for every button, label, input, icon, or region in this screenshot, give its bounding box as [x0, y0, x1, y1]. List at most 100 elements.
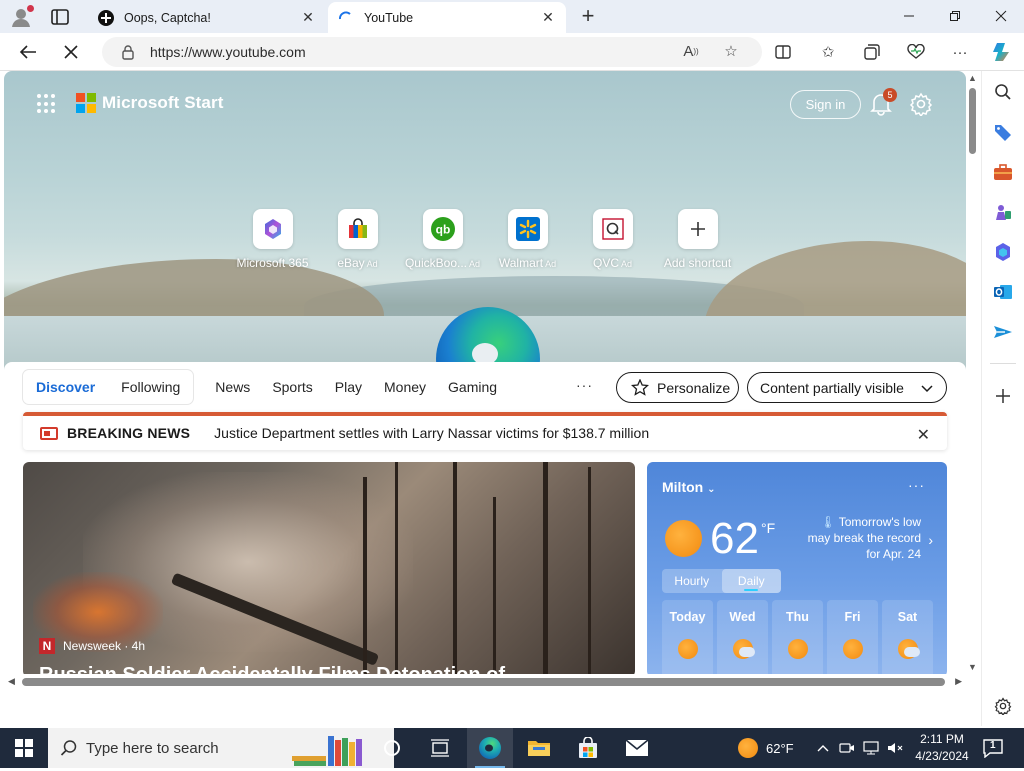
scroll-thumb[interactable]: [969, 88, 976, 154]
breaking-headline[interactable]: Justice Department settles with Larry Na…: [214, 425, 649, 441]
day-label: Thu: [786, 610, 809, 624]
content-visibility-label: Content partially visible: [760, 379, 904, 396]
taskbar-mail[interactable]: [614, 728, 660, 768]
personalize-button[interactable]: Personalize: [616, 372, 739, 403]
close-tab-icon[interactable]: ✕: [540, 9, 556, 26]
meet-now-icon[interactable]: [838, 739, 856, 757]
scroll-down-icon[interactable]: ▼: [968, 662, 977, 672]
taskbar-weather[interactable]: 62°F: [738, 728, 794, 768]
brand-title[interactable]: Microsoft Start: [102, 93, 223, 113]
top-story-card[interactable]: N Newsweek · 4h Russian Soldier Accident…: [23, 462, 635, 677]
add-shortcut-button[interactable]: Add shortcut: [655, 209, 740, 270]
favorites-icon[interactable]: ✩: [816, 41, 840, 63]
nav-money[interactable]: Money: [384, 379, 426, 395]
favorite-star-icon[interactable]: ☆: [720, 40, 742, 62]
story-source[interactable]: N Newsweek · 4h: [39, 638, 145, 654]
notifications-button[interactable]: 5: [870, 88, 897, 116]
close-window-button[interactable]: [978, 0, 1024, 32]
more-nav-button[interactable]: ···: [576, 377, 593, 393]
shortcut-quickbooks[interactable]: qb QuickBoo... Ad: [400, 209, 485, 270]
outlook-icon[interactable]: [992, 281, 1014, 303]
page-settings-button[interactable]: [909, 92, 933, 118]
forecast-day[interactable]: Today: [662, 600, 713, 677]
lock-icon[interactable]: [118, 44, 138, 60]
browser-essentials-icon[interactable]: [904, 41, 928, 63]
search-placeholder: Type here to search: [86, 739, 219, 757]
back-button[interactable]: [13, 38, 43, 66]
stop-loading-button[interactable]: [56, 38, 86, 66]
nav-news[interactable]: News: [215, 379, 250, 395]
shopping-tag-icon[interactable]: [992, 121, 1014, 143]
tab-following[interactable]: Following: [108, 370, 193, 404]
shortcut-microsoft-365[interactable]: Microsoft 365: [230, 209, 315, 270]
nav-play[interactable]: Play: [335, 379, 362, 395]
url-bar[interactable]: https://www.youtube.com: [102, 37, 762, 67]
tab-youtube[interactable]: YouTube ✕: [328, 2, 566, 33]
tools-briefcase-icon[interactable]: [992, 161, 1014, 183]
shortcut-qvc[interactable]: QVC Ad: [570, 209, 655, 270]
show-hidden-icons-icon[interactable]: [814, 739, 832, 757]
hourly-tab[interactable]: Hourly: [662, 569, 722, 593]
nav-sports[interactable]: Sports: [272, 379, 312, 395]
content-visibility-dropdown[interactable]: Content partially visible: [747, 372, 947, 403]
cortana-button[interactable]: [369, 728, 415, 768]
address-bar: https://www.youtube.com A)) ☆ ✩ ···: [0, 33, 1024, 71]
games-icon[interactable]: [992, 201, 1014, 223]
read-aloud-icon[interactable]: A)): [680, 40, 702, 62]
taskbar-clock[interactable]: 2:11 PM 4/23/2024: [912, 731, 972, 765]
action-center-button[interactable]: 1: [982, 738, 1004, 759]
chevron-right-icon[interactable]: ›: [928, 532, 933, 548]
copilot-icon[interactable]: [990, 41, 1014, 63]
restore-button[interactable]: [932, 0, 978, 32]
scroll-thumb[interactable]: [22, 678, 945, 686]
nav-gaming[interactable]: Gaming: [448, 379, 497, 395]
settings-more-icon[interactable]: ···: [948, 41, 972, 63]
scroll-left-icon[interactable]: ◀: [8, 676, 15, 687]
forecast-day[interactable]: Wed: [717, 600, 768, 677]
shortcut-label: QuickBoo...: [404, 256, 467, 270]
url-text[interactable]: https://www.youtube.com: [150, 44, 306, 60]
collections-icon[interactable]: [860, 41, 884, 63]
new-tab-button[interactable]: +: [577, 5, 599, 28]
tab-oops-captcha[interactable]: Oops, Captcha! ✕: [88, 2, 326, 33]
daily-tab[interactable]: Daily: [721, 569, 781, 593]
tab-actions-icon[interactable]: [49, 7, 71, 27]
send-drop-icon[interactable]: [992, 321, 1014, 343]
profile-button[interactable]: [8, 5, 34, 29]
thermometer-icon: 🌡: [820, 515, 836, 529]
split-screen-icon[interactable]: [771, 41, 795, 63]
forecast-day[interactable]: Thu: [772, 600, 823, 677]
search-icon[interactable]: [992, 81, 1014, 103]
breaking-news-banner[interactable]: BREAKING NEWS Justice Department settles…: [23, 412, 947, 450]
app-launcher-icon[interactable]: [37, 94, 57, 114]
sign-in-button[interactable]: Sign in: [790, 90, 861, 119]
close-icon[interactable]: ✕: [917, 425, 930, 445]
add-sidebar-app-icon[interactable]: [992, 385, 1014, 407]
vertical-scrollbar[interactable]: ▲ ▼: [966, 71, 980, 674]
taskbar-file-explorer[interactable]: [516, 728, 562, 768]
weather-location[interactable]: Milton ⌄: [662, 479, 716, 495]
weather-more-icon[interactable]: ···: [908, 477, 925, 493]
sidebar-settings-icon[interactable]: [992, 695, 1014, 717]
shortcut-ebay[interactable]: eBay Ad: [315, 209, 400, 270]
shortcut-walmart[interactable]: Walmart Ad: [485, 209, 570, 270]
forecast-day[interactable]: Fri: [827, 600, 878, 677]
task-view-button[interactable]: [417, 728, 463, 768]
microsoft-365-icon[interactable]: [992, 241, 1014, 263]
volume-muted-icon[interactable]: [886, 739, 904, 757]
scroll-right-icon[interactable]: ▶: [955, 676, 962, 687]
weather-alert[interactable]: 🌡 Tomorrow's low may break the record fo…: [797, 514, 921, 562]
weather-card[interactable]: Milton ⌄ ··· 62 °F 🌡 Tomorrow's low may …: [647, 462, 947, 677]
forecast-day[interactable]: Sat: [882, 600, 933, 677]
tab-discover[interactable]: Discover: [23, 370, 108, 404]
temp-unit[interactable]: °F: [761, 520, 775, 536]
taskbar-microsoft-store[interactable]: [565, 728, 611, 768]
scroll-up-icon[interactable]: ▲: [968, 73, 977, 83]
taskbar-edge[interactable]: [467, 728, 513, 768]
horizontal-scrollbar[interactable]: ◀ ▶: [4, 674, 966, 690]
network-icon[interactable]: [862, 739, 880, 757]
close-tab-icon[interactable]: ✕: [300, 9, 316, 26]
sparkle-star-icon: [631, 378, 649, 396]
minimize-button[interactable]: [886, 0, 932, 32]
start-button[interactable]: [0, 728, 48, 768]
